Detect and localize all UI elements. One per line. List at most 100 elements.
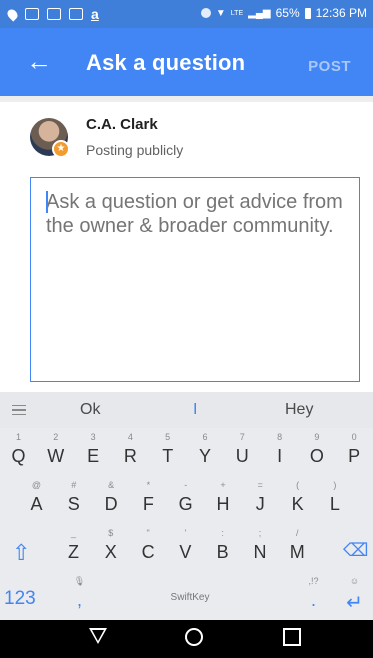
mic-hint: 🎙 (73, 576, 86, 586)
key-r[interactable]: 4R (112, 430, 149, 478)
numbers-key[interactable]: 123 (4, 588, 36, 610)
suggestion-1[interactable]: Ok (80, 401, 100, 419)
key-hint: ( (296, 480, 300, 490)
key-hint: ' (184, 528, 187, 538)
key-label: G (178, 494, 193, 514)
backspace-key[interactable]: ⌫ (343, 540, 368, 561)
menu-icon[interactable] (12, 405, 26, 415)
battery-icon (304, 7, 311, 19)
key-hint: / (296, 528, 299, 538)
page-title: Ask a question (86, 50, 246, 75)
key-j[interactable]: = J (242, 478, 279, 526)
key-f[interactable]: * F (130, 478, 167, 526)
home-circle-icon[interactable] (185, 628, 203, 646)
key-o[interactable]: 9O (298, 430, 335, 478)
key-label: Y (198, 446, 211, 466)
key-q[interactable]: 1Q (0, 430, 37, 478)
location-icon (5, 6, 20, 22)
battery-percent: 65% (275, 6, 300, 20)
posting-visibility: Posting publicly (86, 142, 184, 158)
key-z[interactable]: _ Z (55, 526, 92, 574)
key-i[interactable]: 8I (261, 430, 298, 478)
key-l[interactable]: ) L (316, 478, 353, 526)
author-name: C.A. Clark (86, 116, 158, 133)
mail-icon (69, 8, 83, 20)
key-t[interactable]: 5T (149, 430, 186, 478)
signal-icon: ▂▄▆ (248, 7, 271, 19)
key-hint: " (146, 528, 150, 538)
key-u[interactable]: 7U (224, 430, 261, 478)
key-hint: : (221, 528, 224, 538)
keyboard-icon (25, 8, 39, 20)
key-label: Z (68, 542, 79, 562)
key-s[interactable]: # S (55, 478, 92, 526)
suggestion-3[interactable]: Hey (285, 401, 313, 419)
suggestion-bar: Ok I Hey (0, 392, 373, 428)
key-b[interactable]: :B (204, 526, 241, 574)
enter-icon: ↵ (346, 592, 363, 614)
key-label: B (216, 542, 229, 562)
post-button[interactable]: POST (308, 58, 351, 75)
key-h[interactable]: + H (205, 478, 242, 526)
star-badge-icon: ★ (52, 140, 70, 158)
key-d[interactable]: & D (93, 478, 130, 526)
key-hint: & (108, 480, 115, 490)
key-label: K (291, 494, 304, 514)
key-label: F (142, 494, 154, 514)
key-y[interactable]: 6Y (187, 430, 224, 478)
key-c[interactable]: " C (130, 526, 167, 574)
shift-key[interactable]: ⇧ (12, 540, 30, 566)
key-row-3: ⇧ ⌫ _ Z $ X " C ' V: B; N / M (0, 526, 373, 574)
key-label: C (141, 542, 155, 562)
key-row-4: 123 🎙 , SwiftKey ,!? . ☺ ↵ (0, 574, 373, 622)
key-x[interactable]: $ X (92, 526, 129, 574)
period-key[interactable]: ,!? . (295, 574, 332, 622)
back-triangle-icon[interactable] (89, 628, 107, 644)
key-p[interactable]: 0P (336, 430, 373, 478)
key-label: T (162, 446, 174, 466)
keyboard: Ok I Hey 1Q2W3E4R5T6Y7U8I9O0P @ A # S & D * F - G… (0, 392, 373, 620)
suggestion-2[interactable]: I (193, 401, 197, 419)
key-label: S (67, 494, 80, 514)
enter-key[interactable]: ☺ ↵ (336, 574, 373, 622)
question-input[interactable] (46, 190, 346, 370)
key-label: I (277, 446, 283, 466)
key-label: N (253, 542, 267, 562)
key-label: U (235, 446, 249, 466)
key-w[interactable]: 2W (37, 430, 74, 478)
key-k[interactable]: (K (279, 478, 316, 526)
status-bar: a ▼ LTE ▂▄▆ 65% 12:36 PM (0, 0, 373, 28)
key-hint: 6 (202, 432, 208, 442)
key-hint: ; (258, 528, 262, 538)
key-v[interactable]: ' V (167, 526, 204, 574)
emoji-hint: ☺ (349, 576, 360, 586)
key-hint: 2 (53, 432, 59, 442)
key-hint: 1 (15, 432, 21, 442)
key-label: Q (11, 446, 26, 466)
clock: 12:36 PM (315, 6, 367, 20)
key-m[interactable]: / M (279, 526, 316, 574)
key-n[interactable]: ; N (242, 526, 279, 574)
key-label: W (47, 446, 65, 466)
space-bar[interactable]: SwiftKey (115, 580, 265, 616)
key-label: O (309, 446, 324, 466)
divider (0, 96, 373, 102)
key-hint: 5 (165, 432, 171, 442)
key-e[interactable]: 3E (75, 430, 112, 478)
wifi-icon: ▼ (215, 7, 226, 19)
key-hint: 3 (90, 432, 96, 442)
recents-square-icon[interactable] (283, 628, 301, 646)
key-hint: $ (108, 528, 114, 538)
key-label: R (123, 446, 137, 466)
key-hint: 9 (314, 432, 320, 442)
key-g[interactable]: -G (167, 478, 204, 526)
comma-key[interactable]: 🎙 , (61, 574, 98, 622)
key-hint: = (257, 480, 263, 490)
app-bar: ← Ask a question POST (0, 28, 373, 96)
key-hint: - (184, 480, 188, 490)
question-box[interactable] (30, 177, 360, 382)
key-a[interactable]: @ A (18, 478, 55, 526)
key-hint: 8 (277, 432, 283, 442)
arrow-left-icon[interactable]: ← (26, 46, 52, 76)
key-label: L (329, 494, 340, 514)
